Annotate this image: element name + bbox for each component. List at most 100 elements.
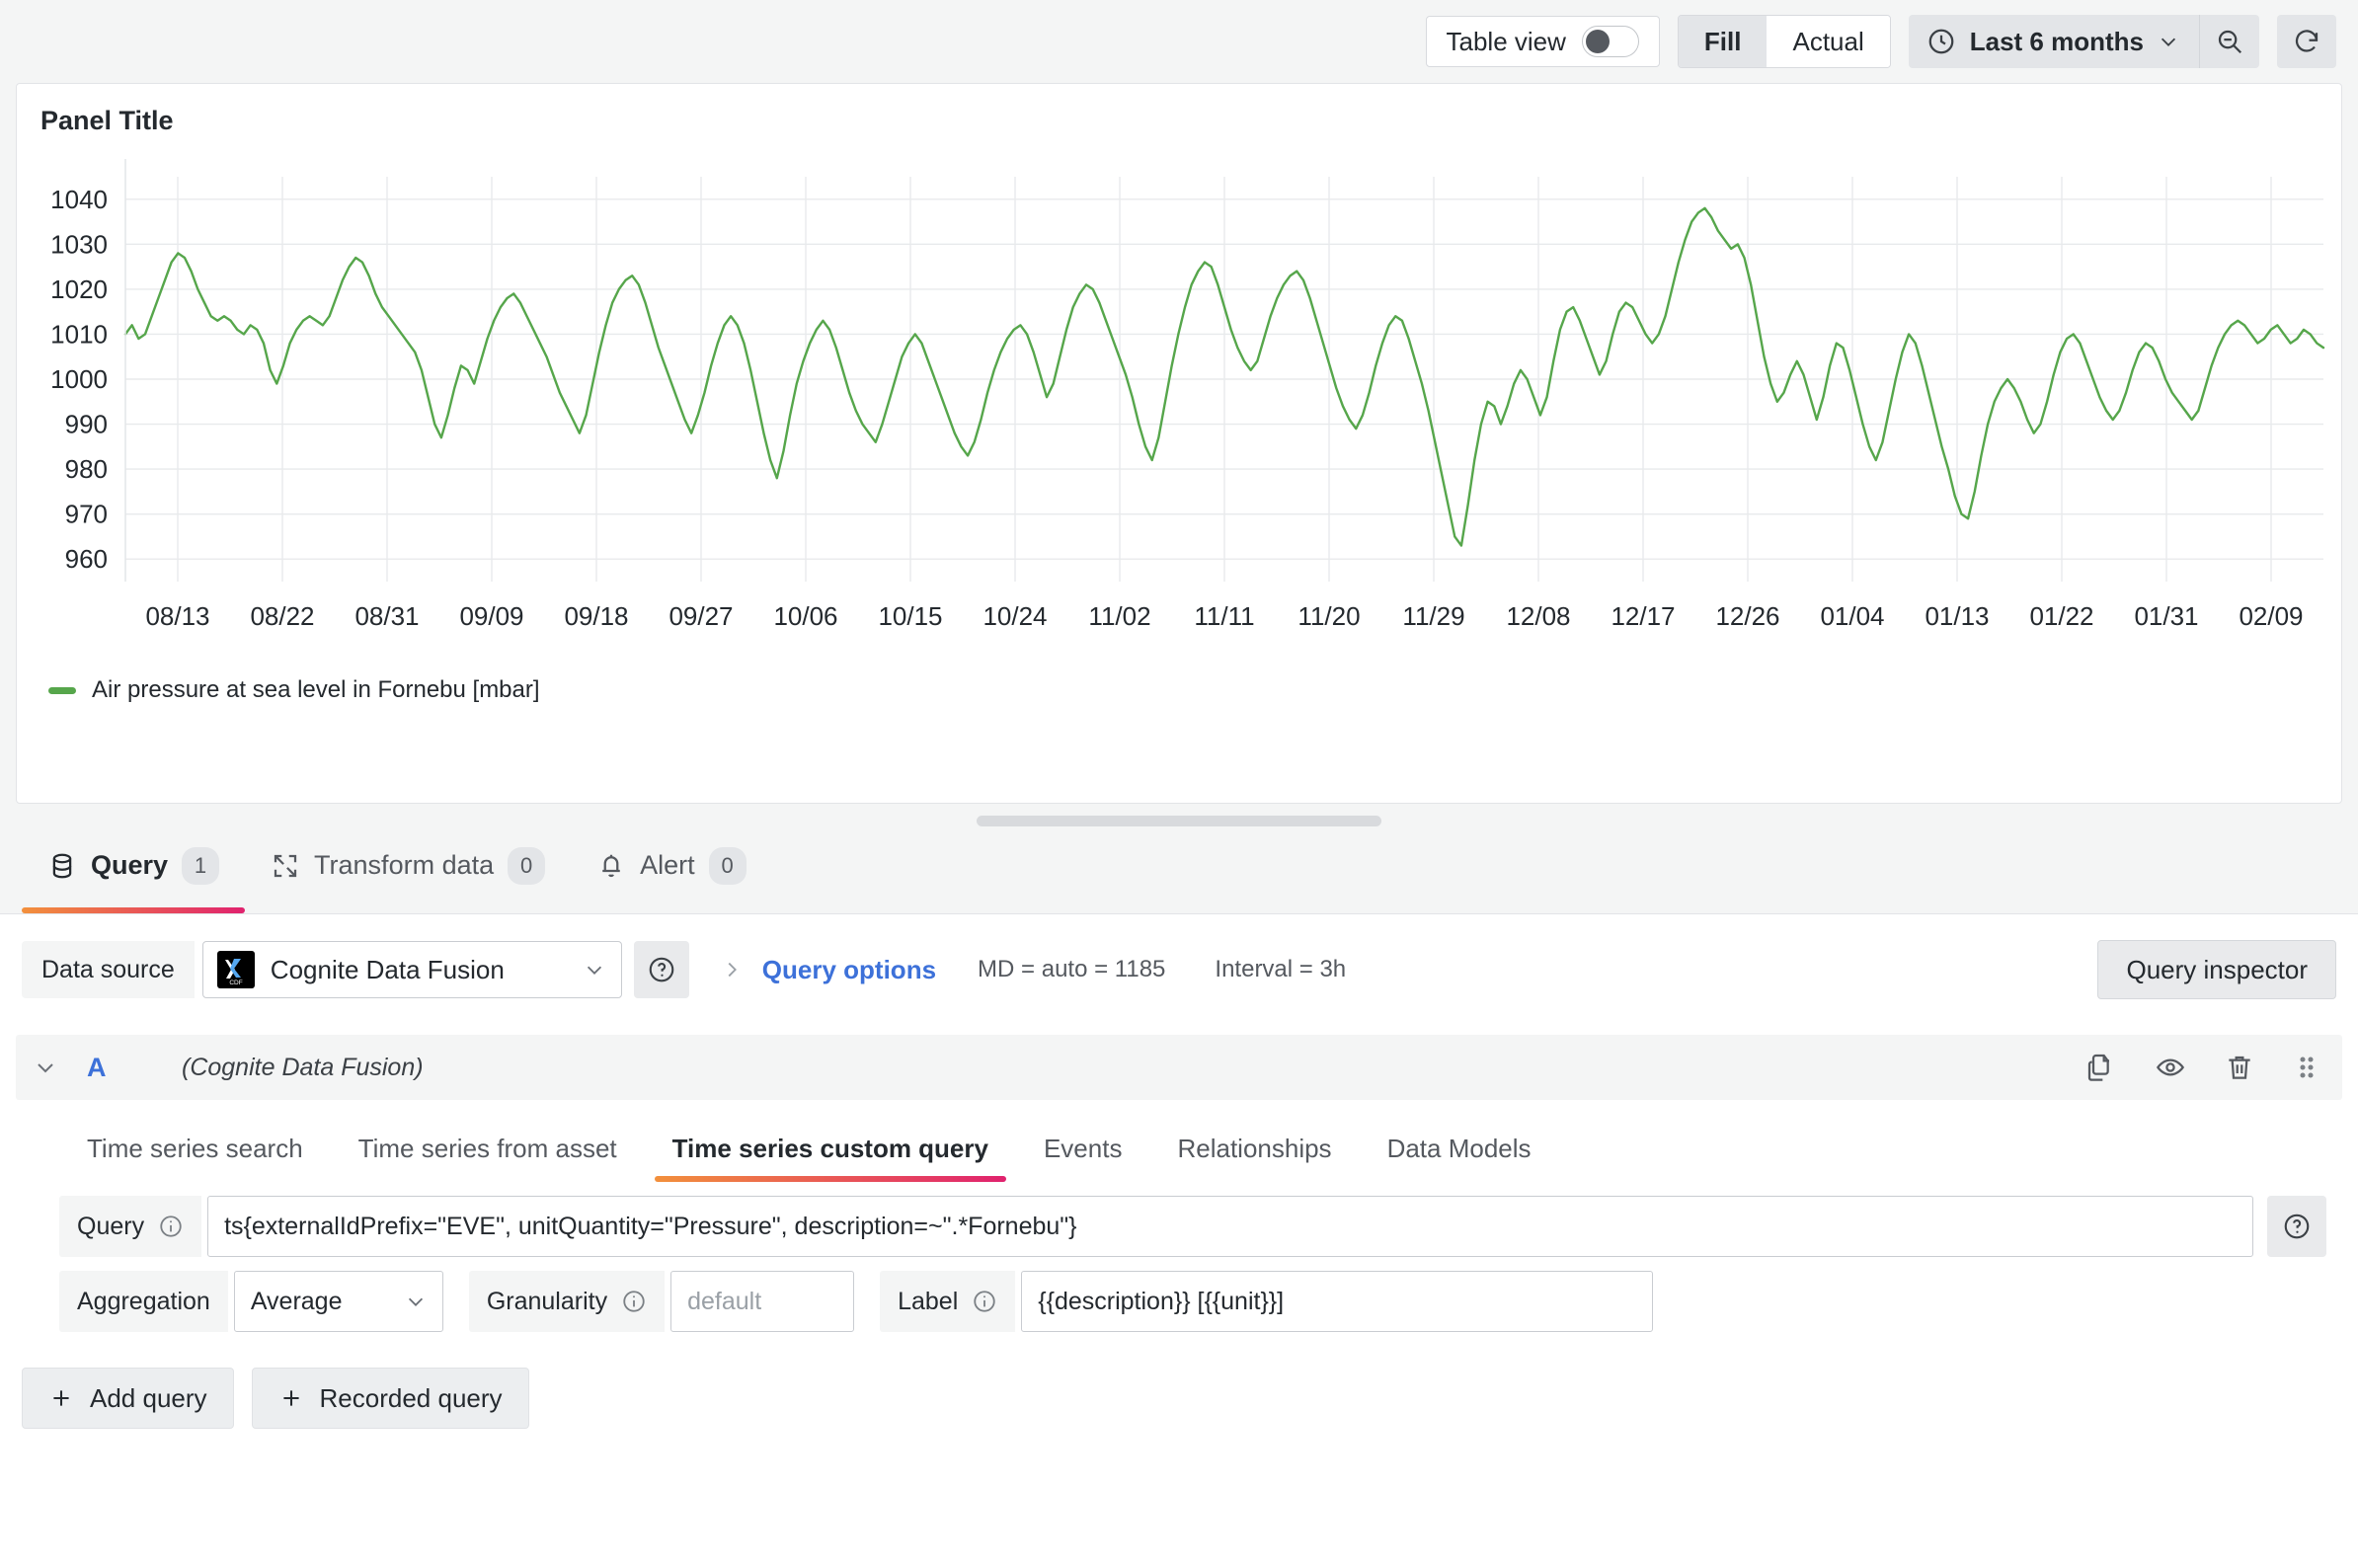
label-field-label: Label [898,1287,959,1315]
table-view-switch[interactable] [1581,26,1639,57]
query-options-group[interactable]: Query options MD = auto = 1185 Interval … [721,955,1346,985]
hide-response-icon[interactable] [2155,1052,2186,1083]
query-field-label-group: Query [59,1196,202,1257]
plus-icon [278,1385,304,1411]
datasource-label: Data source [22,941,195,998]
cognite-data-fusion-logo-icon: CDF [216,951,255,988]
page-title: Panel Title [40,106,174,135]
subtab-time-series-custom-query[interactable]: Time series custom query [645,1120,1016,1182]
query-footer-buttons: Add query Recorded query [0,1332,2358,1429]
chevron-down-icon[interactable] [34,1056,57,1079]
datasource-help-button[interactable] [633,941,689,998]
zoom-out-button[interactable] [2200,15,2259,68]
info-circle-icon[interactable] [158,1214,184,1239]
svg-text:12/26: 12/26 [1715,601,1779,631]
query-field-row: Query ts{externalIdPrefix="EVE", unitQua… [16,1182,2342,1257]
aggregation-field-row: Aggregation Average Granularity default … [16,1257,2342,1332]
subtab-label: Time series search [87,1134,303,1163]
subtab-label: Events [1043,1134,1123,1163]
tab-query[interactable]: Query 1 [22,837,246,913]
help-circle-icon [2282,1212,2312,1241]
subtab-events[interactable]: Events [1016,1120,1150,1182]
time-range-button[interactable]: Last 6 months [1909,15,2199,68]
subtab-relationships[interactable]: Relationships [1149,1120,1359,1182]
subtab-time-series-from-asset[interactable]: Time series from asset [331,1120,645,1182]
svg-text:12/17: 12/17 [1611,601,1675,631]
query-field-label: Query [77,1212,145,1240]
svg-text:11/02: 11/02 [1088,601,1150,631]
tab-query-label: Query [91,850,169,880]
recorded-query-label: Recorded query [319,1382,503,1413]
svg-text:970: 970 [65,500,108,529]
subtab-active-indicator [654,1176,1006,1182]
query-inspector-button[interactable]: Query inspector [2097,940,2336,999]
add-query-button[interactable]: Add query [22,1368,234,1429]
svg-text:02/09: 02/09 [2239,601,2303,631]
legend-series-label: Air pressure at sea level in Fornebu [mb… [92,676,540,703]
duplicate-query-icon[interactable] [2085,1052,2117,1083]
drag-handle-icon[interactable] [2293,1052,2320,1083]
query-options-link[interactable]: Query options [762,955,936,985]
svg-text:10/24: 10/24 [982,601,1047,631]
subtab-data-models[interactable]: Data Models [1360,1120,1559,1182]
remove-query-icon[interactable] [2224,1052,2255,1083]
editor-tabs: Query 1 Transform data 0 Alert 0 [0,837,2358,914]
fill-actual-segmented-control[interactable]: Fill Actual [1677,15,1891,68]
info-circle-icon[interactable] [621,1289,647,1314]
chart-area[interactable]: 1040 1030 1020 1010 1000 990 980 970 960 08/13 08… [17,149,2341,803]
add-query-label: Add query [90,1382,207,1413]
svg-text:01/31: 01/31 [2134,601,2198,631]
chevron-down-icon [405,1291,427,1312]
tab-alert[interactable]: Alert 0 [571,837,772,913]
fill-option[interactable]: Fill [1678,16,1768,67]
svg-text:08/13: 08/13 [145,601,209,631]
max-data-points-value: MD = auto = 1185 [978,956,1166,982]
chart-legend[interactable]: Air pressure at sea level in Fornebu [mb… [17,663,2341,704]
query-editor: Data source CDF Cognite Data Fusion Quer… [0,914,2358,1568]
table-view-toggle[interactable]: Table view [1425,16,1660,67]
time-range-picker[interactable]: Last 6 months [1908,15,2259,68]
info-circle-icon[interactable] [972,1289,997,1314]
actual-option[interactable]: Actual [1767,16,1890,67]
panel-resize-handle[interactable] [0,804,2358,837]
tab-transform-count: 0 [508,846,546,885]
recorded-query-button[interactable]: Recorded query [251,1368,529,1429]
granularity-label-group: Granularity [468,1271,666,1332]
svg-text:CDF: CDF [229,980,242,986]
query-type-subtabs: Time series search Time series from asse… [16,1100,2342,1182]
label-input[interactable]: {{description}} [{{unit}}] [1021,1271,1654,1332]
query-row-a: A (Cognite Data Fusion) Time series sear… [16,1035,2342,1332]
chevron-down-icon [584,959,605,980]
svg-text:12/08: 12/08 [1506,601,1570,631]
query-input[interactable]: ts{externalIdPrefix="EVE", unitQuantity=… [207,1196,2253,1257]
refresh-icon [2292,27,2321,56]
query-inspector-label: Query inspector [2126,954,2308,984]
plus-icon [48,1385,74,1411]
svg-text:1030: 1030 [50,229,108,259]
top-toolbar: Table view Fill Actual Last 6 months [0,0,2358,83]
svg-text:09/18: 09/18 [564,601,628,631]
drag-handle-bar[interactable] [977,815,1381,826]
svg-text:11/11: 11/11 [1194,601,1254,631]
query-docs-button[interactable] [2267,1196,2326,1257]
subtab-label: Time series custom query [671,1134,988,1163]
transform-icon [271,851,300,881]
aggregation-select[interactable]: Average [233,1271,443,1332]
query-row-header[interactable]: A (Cognite Data Fusion) [16,1035,2342,1100]
tab-alert-label: Alert [640,850,695,880]
svg-text:1040: 1040 [50,185,108,214]
datasource-row: Data source CDF Cognite Data Fusion Quer… [0,914,2358,1021]
chevron-right-icon [721,959,743,980]
subtab-time-series-search[interactable]: Time series search [59,1120,331,1182]
timeseries-chart[interactable]: 1040 1030 1020 1010 1000 990 980 970 960 08/13 08… [17,149,2341,663]
svg-text:1010: 1010 [50,319,108,349]
panel-editor: Table view Fill Actual Last 6 months Pan… [0,0,2358,1568]
visualization-panel: Panel Title 1040 1030 1020 1010 1000 990 980 97… [16,83,2342,804]
granularity-input[interactable]: default [670,1271,855,1332]
datasource-picker[interactable]: CDF Cognite Data Fusion [201,941,622,998]
query-ref-id[interactable]: A [87,1053,182,1083]
tab-transform-data[interactable]: Transform data 0 [245,837,571,913]
interval-value: Interval = 3h [1215,956,1347,982]
granularity-label: Granularity [486,1287,608,1315]
refresh-button[interactable] [2277,15,2336,68]
